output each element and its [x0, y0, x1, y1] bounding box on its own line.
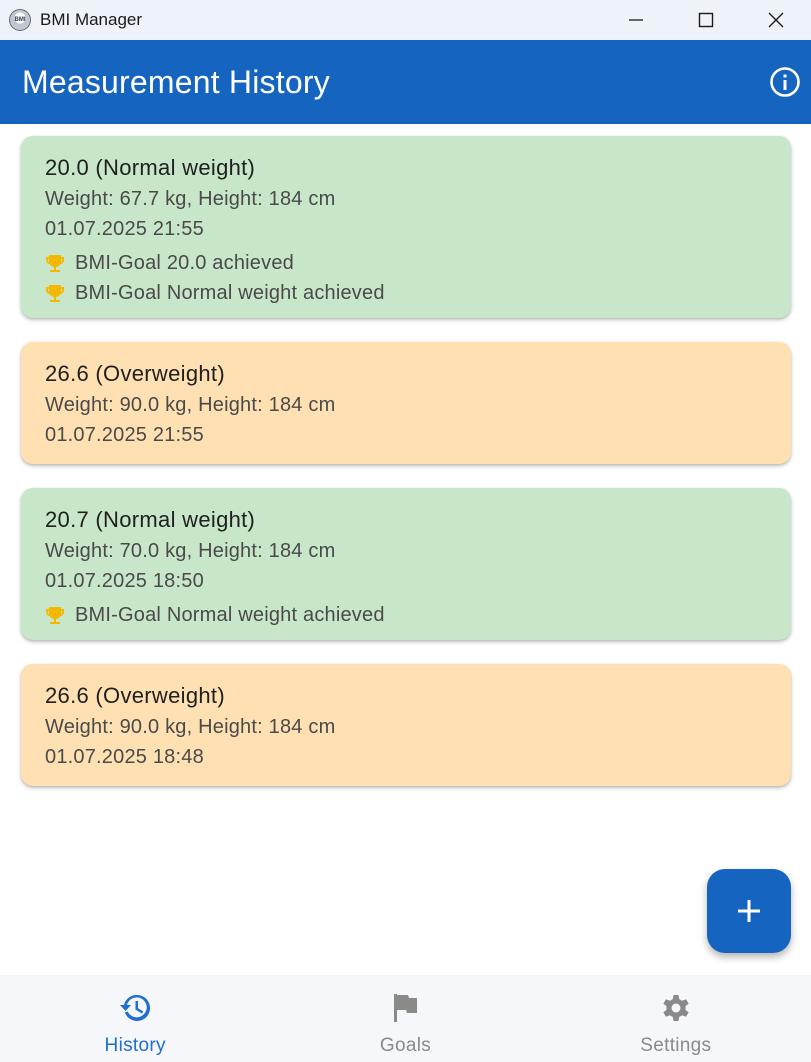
achievement-list: BMI-Goal 20.0 achieved BMI-Goal Normal w… [45, 252, 767, 304]
weight-height: Weight: 70.0 kg, Height: 184 cm [45, 540, 336, 562]
nav-label-history: History [104, 1035, 166, 1056]
achievement-text: BMI-Goal Normal weight achieved [75, 282, 385, 304]
weight-height: Weight: 90.0 kg, Height: 184 cm [45, 716, 336, 738]
weight-height: Weight: 67.7 kg, Height: 184 cm [45, 188, 336, 210]
nav-goals[interactable]: Goals [270, 975, 540, 1062]
bmi-value: 26.6 (Overweight) [45, 361, 225, 386]
nav-label-settings: Settings [640, 1035, 712, 1056]
window-title: BMI Manager [40, 10, 143, 29]
timestamp: 01.07.2025 18:50 [45, 570, 204, 592]
measurement-card[interactable]: 26.6 (Overweight) Weight: 90.0 kg, Heigh… [21, 342, 791, 464]
trophy-icon [45, 283, 67, 303]
achievement-text: BMI-Goal 20.0 achieved [75, 252, 294, 274]
timestamp: 01.07.2025 21:55 [45, 218, 204, 240]
nav-label-goals: Goals [379, 1035, 432, 1056]
app-bar: Measurement History [0, 40, 811, 124]
bmi-value: 20.7 (Normal weight) [45, 507, 256, 532]
nav-settings[interactable]: Settings [541, 975, 811, 1062]
timestamp: 01.07.2025 18:48 [45, 746, 204, 768]
app-window: BMI BMI Manager Measurement History 20.0… [0, 0, 811, 1062]
app-logo-icon: BMI [9, 9, 31, 31]
history-icon [117, 991, 153, 1025]
window-controls [601, 0, 811, 40]
minimize-button[interactable] [601, 0, 671, 40]
info-button[interactable] [769, 66, 801, 98]
trophy-icon [45, 605, 67, 625]
title-bar: BMI BMI Manager [0, 0, 811, 40]
maximize-icon [698, 12, 714, 28]
achievement-text: BMI-Goal Normal weight achieved [75, 604, 385, 626]
close-icon [768, 12, 784, 28]
add-measurement-button[interactable] [707, 869, 791, 953]
bmi-value: 20.0 (Normal weight) [45, 155, 256, 180]
minimize-icon [629, 19, 643, 21]
maximize-button[interactable] [671, 0, 741, 40]
close-button[interactable] [741, 0, 811, 40]
timestamp: 01.07.2025 21:55 [45, 424, 204, 446]
achievement-item: BMI-Goal 20.0 achieved [45, 252, 767, 274]
trophy-icon [45, 253, 67, 273]
bottom-navigation: History Goals Settings [0, 975, 811, 1062]
page-title: Measurement History [22, 63, 330, 100]
achievement-item: BMI-Goal Normal weight achieved [45, 604, 767, 626]
plus-icon [738, 900, 760, 922]
measurement-card[interactable]: 20.7 (Normal weight) Weight: 70.0 kg, He… [21, 488, 791, 640]
gear-icon [658, 991, 694, 1025]
flag-icon [387, 991, 423, 1025]
info-icon [770, 67, 800, 97]
bmi-value: 26.6 (Overweight) [45, 683, 225, 708]
measurement-card[interactable]: 20.0 (Normal weight) Weight: 67.7 kg, He… [21, 136, 791, 318]
weight-height: Weight: 90.0 kg, Height: 184 cm [45, 394, 336, 416]
measurement-card[interactable]: 26.6 (Overweight) Weight: 90.0 kg, Heigh… [21, 664, 791, 786]
achievement-list: BMI-Goal Normal weight achieved [45, 604, 767, 626]
measurement-list: 20.0 (Normal weight) Weight: 67.7 kg, He… [21, 136, 791, 810]
achievement-item: BMI-Goal Normal weight achieved [45, 282, 767, 304]
nav-history[interactable]: History [0, 975, 270, 1062]
